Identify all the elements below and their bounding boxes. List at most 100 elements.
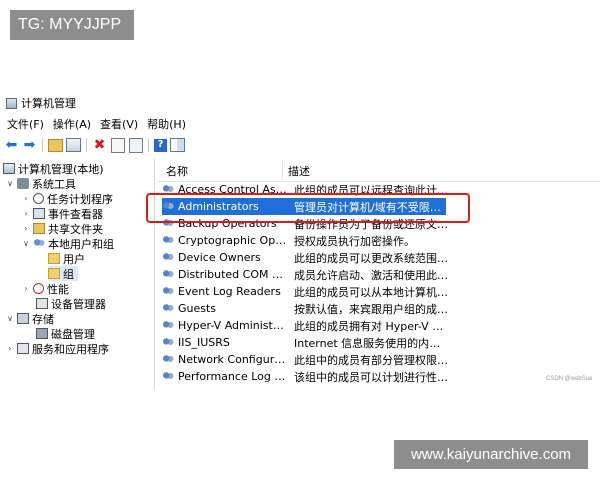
tree-item-services-apps[interactable]: › 服务和应用程序 — [6, 341, 109, 356]
toolbar-separator — [86, 138, 87, 152]
users-icon — [33, 238, 45, 249]
group-name: Guests — [178, 302, 217, 315]
delete-icon[interactable]: ✖ — [92, 138, 107, 153]
tree-item-device-manager[interactable]: 设备管理器 — [36, 296, 106, 311]
tree-item-root[interactable]: 计算机管理(本地) — [3, 161, 104, 176]
table-row[interactable]: Hyper-V Administrat... 此组的成员拥有对 Hyper-V … — [162, 317, 450, 334]
properties-icon — [110, 137, 125, 153]
tree-label: 事件查看器 — [48, 207, 103, 221]
tree-label: 性能 — [47, 282, 69, 296]
table-row[interactable]: Distributed COM Users 成员允许启动、激活和使用此计... — [162, 266, 450, 283]
group-name: Backup Operators — [178, 217, 277, 230]
column-header-name[interactable]: 名称 — [166, 163, 188, 179]
up-folder-icon — [48, 138, 63, 152]
table-row[interactable]: Cryptographic Operat... 授权成员执行加密操作。 — [162, 232, 446, 249]
shared-folder-icon — [33, 223, 45, 234]
group-icon — [162, 201, 174, 212]
chevron-right-icon[interactable]: › — [22, 209, 30, 218]
table-row[interactable]: Event Log Readers 此组的成员可以从本地计算机中... — [162, 283, 450, 300]
tree-item-performance[interactable]: › 性能 — [22, 281, 69, 296]
toolbar: ⬅ ➡ ✖ ? — [4, 136, 185, 154]
tree-label: 服务和应用程序 — [32, 342, 109, 356]
column-header-description[interactable]: 描述 — [288, 163, 310, 179]
csdn-watermark: CSDN @webSue — [546, 376, 593, 382]
toolbar-separator — [148, 138, 149, 152]
column-divider[interactable] — [282, 161, 283, 179]
tree-item-system-tools[interactable]: ∨ 系统工具 — [6, 176, 76, 191]
table-row[interactable]: Performance Log Users 该组中的成员可以计划进行性能... — [162, 368, 450, 385]
forward-arrow-icon[interactable]: ➡ — [22, 138, 37, 153]
chevron-down-icon[interactable]: ∨ — [6, 179, 14, 188]
group-description: 成员允许启动、激活和使用此计... — [294, 268, 450, 282]
menu-view[interactable]: 查看(V) — [97, 117, 144, 133]
computer-icon — [3, 163, 15, 174]
tree-item-disk-management[interactable]: 磁盘管理 — [36, 326, 95, 341]
up-folder-button[interactable] — [48, 138, 63, 153]
clock-icon — [33, 193, 44, 204]
export-list-button[interactable] — [128, 137, 143, 153]
show-hide-tree-icon — [66, 138, 81, 152]
help-icon[interactable]: ? — [154, 138, 167, 152]
group-icon — [162, 371, 174, 382]
table-row[interactable]: Guests 按默认值，来宾跟用户组的成员... — [162, 300, 450, 317]
folder-icon — [48, 268, 60, 279]
export-list-icon — [128, 137, 143, 153]
chevron-right-icon[interactable]: › — [22, 224, 30, 233]
tree-item-local-users-groups[interactable]: ∨ 本地用户和组 — [22, 236, 114, 251]
properties-button[interactable] — [110, 137, 125, 153]
group-name: Administrators — [178, 200, 259, 213]
tree-item-storage[interactable]: ∨ 存储 — [6, 311, 54, 326]
action-pane-button[interactable] — [170, 138, 185, 153]
group-icon — [162, 218, 174, 229]
chevron-down-icon[interactable]: ∨ — [22, 239, 30, 248]
tree-item-shared-folders[interactable]: › 共享文件夹 — [22, 221, 103, 236]
chevron-right-icon[interactable]: › — [22, 284, 30, 293]
group-icon — [162, 337, 174, 348]
group-description: 备份操作员为了备份或还原文件... — [294, 217, 450, 231]
window-titlebar: 计算机管理 — [6, 95, 76, 111]
group-description: 管理员对计算机/域有不受限制的... — [294, 200, 450, 214]
group-name: Event Log Readers — [178, 285, 281, 298]
group-description: Internet 信息服务使用的内置组。 — [294, 336, 450, 350]
table-row[interactable]: Access Control Assist... 此组的成员可以远程查询此计算.… — [162, 181, 450, 198]
site-badge: www.kaiyunarchive.com — [394, 440, 588, 469]
table-row[interactable]: Network Configuratio... 此组中的成员有部分管理权限来..… — [162, 351, 450, 368]
back-arrow-icon[interactable]: ⬅ — [4, 138, 19, 153]
group-icon — [162, 235, 174, 246]
table-row[interactable]: Device Owners 此组的成员可以更改系统范围内... — [162, 249, 450, 266]
show-hide-tree-button[interactable] — [66, 138, 81, 153]
performance-icon — [33, 283, 44, 294]
tg-badge: TG: MYYJJPP — [10, 10, 134, 40]
group-description: 此组的成员拥有对 Hyper-V 所有... — [294, 319, 450, 333]
console-tree: 计算机管理(本地) ∨ 系统工具 › 任务计划程序 › 事件查看器 › 共享文件… — [0, 159, 155, 390]
tree-item-task-scheduler[interactable]: › 任务计划程序 — [22, 191, 113, 206]
group-name: Cryptographic Operat... — [178, 234, 288, 247]
menu-help[interactable]: 帮助(H) — [144, 117, 192, 133]
tree-label: 设备管理器 — [51, 297, 106, 311]
menu-action[interactable]: 操作(A) — [50, 117, 97, 133]
table-row-selected[interactable]: Administrators 管理员对计算机/域有不受限制的... — [162, 198, 450, 215]
action-pane-icon — [170, 138, 185, 152]
tree-item-groups[interactable]: 组 — [48, 266, 78, 281]
chevron-down-icon[interactable]: ∨ — [6, 314, 14, 323]
group-name: Access Control Assist... — [178, 183, 288, 196]
disk-icon — [36, 328, 48, 339]
menu-bar: 文件(F) 操作(A) 查看(V) 帮助(H) — [4, 117, 192, 133]
group-name: Device Owners — [178, 251, 261, 264]
group-description: 此组的成员可以从本地计算机中... — [294, 285, 450, 299]
tree-label: 用户 — [63, 252, 85, 266]
menu-file[interactable]: 文件(F) — [4, 117, 50, 133]
group-icon — [162, 269, 174, 280]
storage-icon — [17, 313, 29, 324]
table-row[interactable]: Backup Operators 备份操作员为了备份或还原文件... — [162, 215, 450, 232]
tree-label: 系统工具 — [32, 177, 76, 191]
chevron-right-icon[interactable]: › — [22, 194, 30, 203]
chevron-right-icon[interactable]: › — [6, 344, 14, 353]
folder-icon — [48, 253, 60, 264]
table-row[interactable]: IIS_IUSRS Internet 信息服务使用的内置组。 — [162, 334, 450, 351]
group-icon — [162, 320, 174, 331]
group-description: 授权成员执行加密操作。 — [294, 234, 415, 248]
group-icon — [162, 184, 174, 195]
tree-item-users[interactable]: 用户 — [48, 251, 85, 266]
tree-item-event-viewer[interactable]: › 事件查看器 — [22, 206, 103, 221]
